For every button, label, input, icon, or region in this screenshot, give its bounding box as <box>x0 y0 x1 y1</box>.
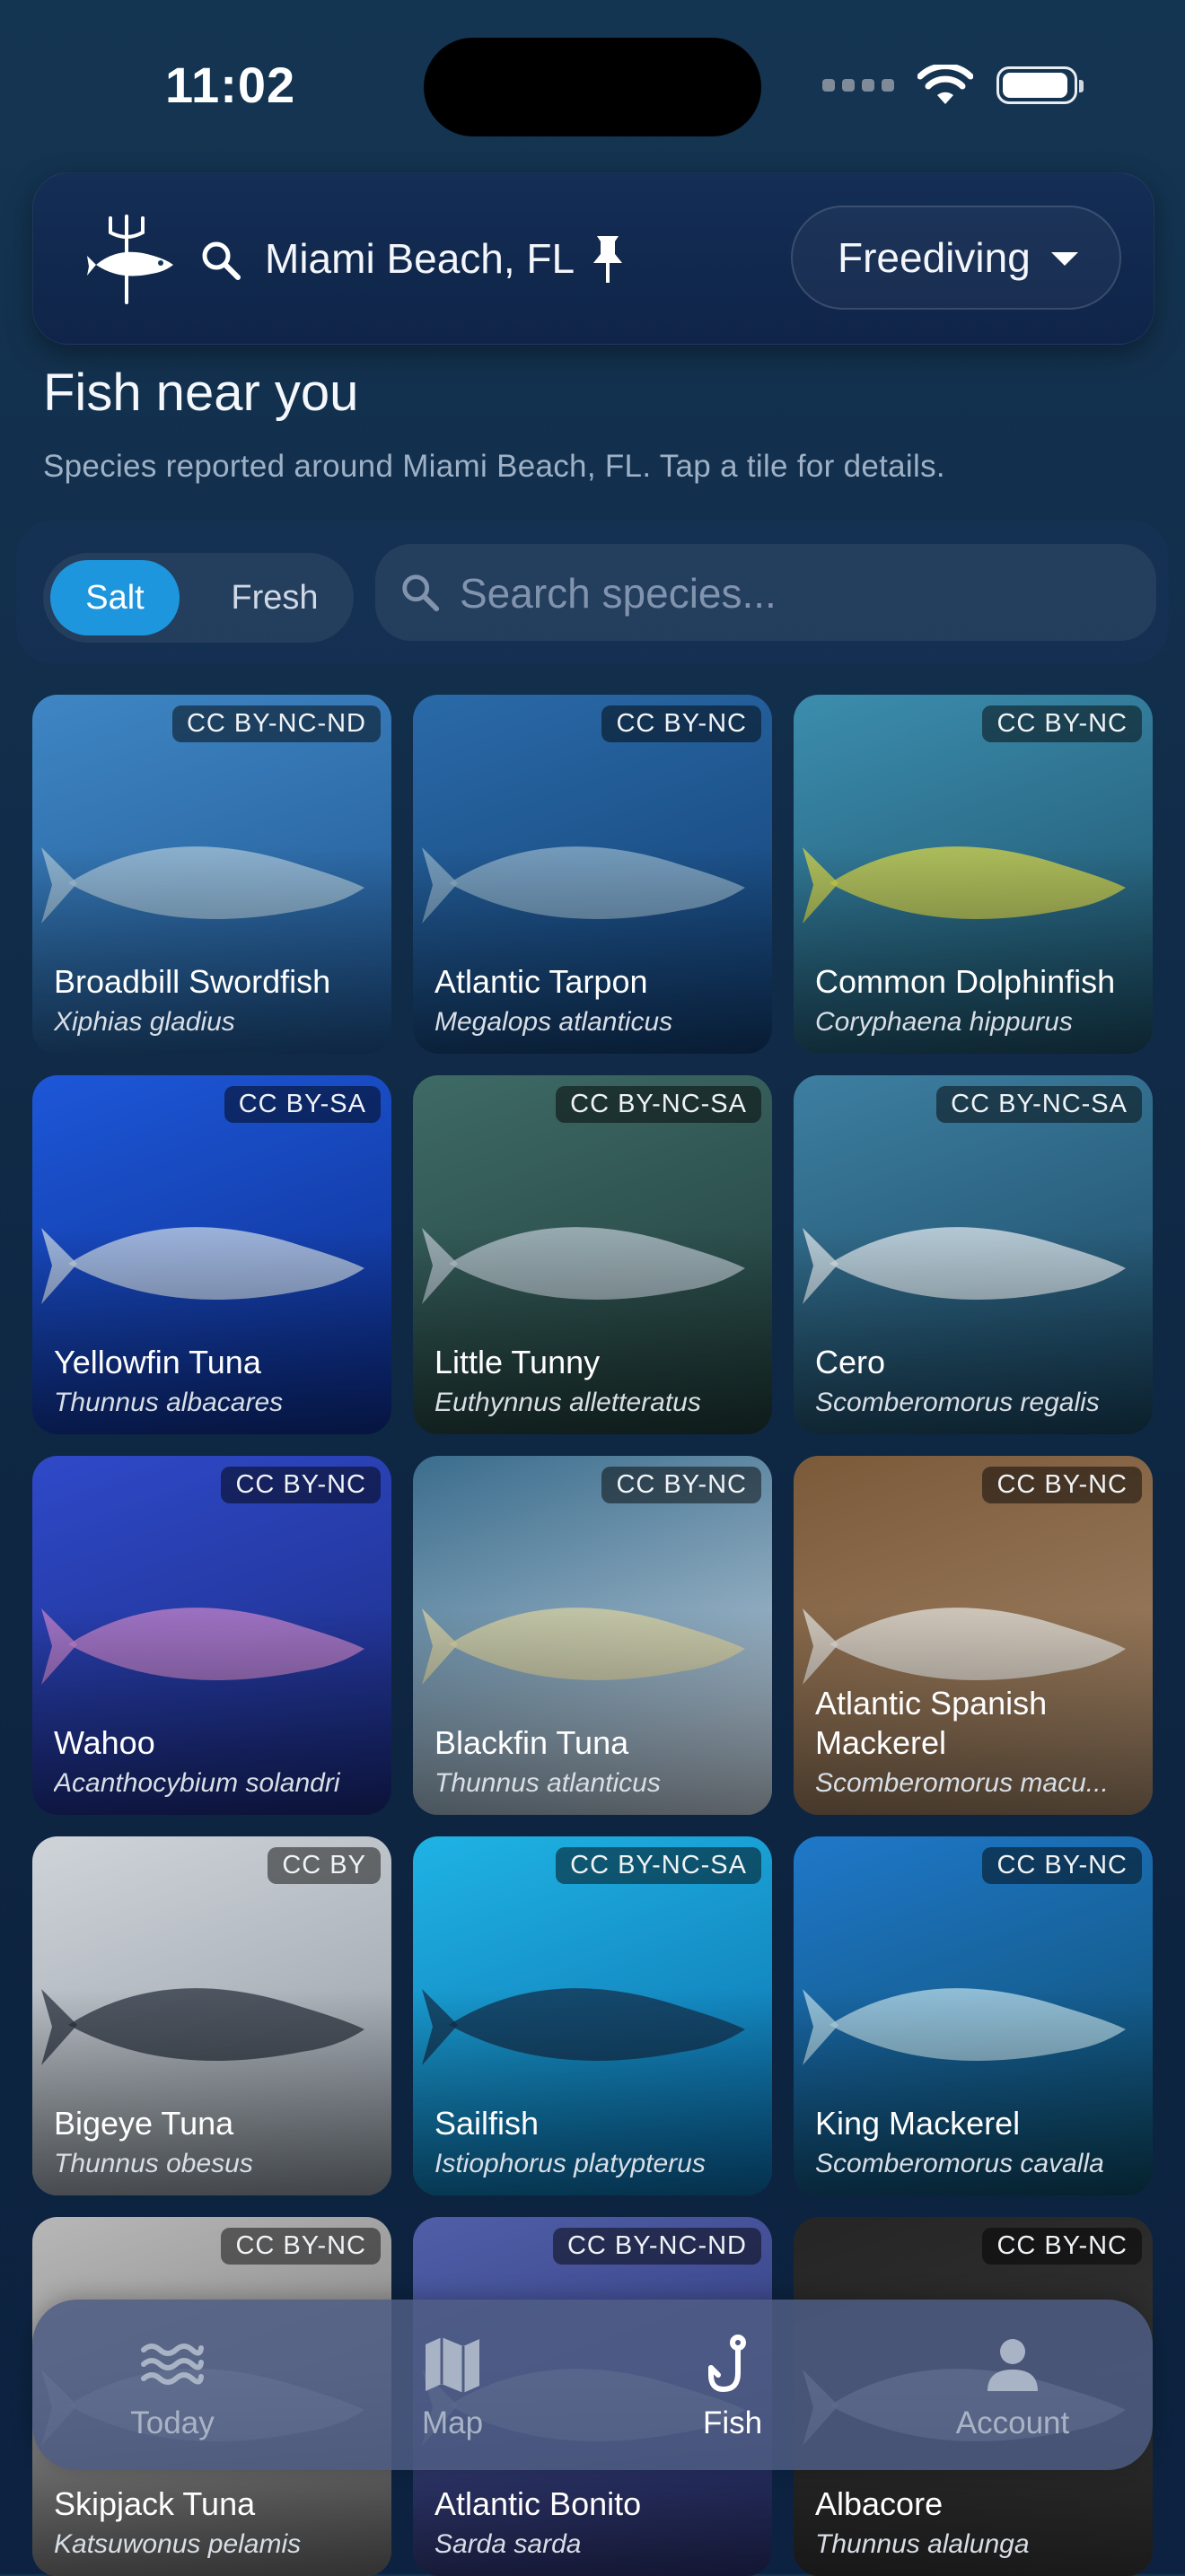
species-scientific-name: Sarda sarda <box>434 2529 582 2559</box>
fishhook-icon <box>708 2335 746 2393</box>
salt-toggle-button[interactable]: Salt <box>50 560 180 635</box>
species-tile[interactable]: CC BY-NC-ND Broadbill Swordfish Xiphias gl… <box>32 695 391 1054</box>
species-search-input[interactable] <box>458 544 1126 643</box>
species-tile[interactable]: CC BY Bigeye Tuna Thunnus obesus <box>32 1836 391 2195</box>
species-tile[interactable]: CC BY-NC Common Dolphinfish Coryphaena hip… <box>794 695 1153 1054</box>
species-scientific-name: Istiophorus platypterus <box>434 2149 706 2178</box>
tab-account[interactable]: Account <box>873 2300 1153 2470</box>
species-tile[interactable]: CC BY-SA Yellowfin Tuna Thunnus albacares <box>32 1075 391 1434</box>
waves-icon <box>141 2344 204 2385</box>
species-tile[interactable]: CC BY-NC-SA Sailfish Istiophorus platypter… <box>413 1836 772 2195</box>
fresh-toggle-button[interactable]: Fresh <box>210 560 339 635</box>
species-name: Skipjack Tuna <box>54 2485 256 2522</box>
species-scientific-name: Scomberomorus cavalla <box>815 2149 1104 2178</box>
species-tile[interactable]: CC BY-NC-SA Cero Scomberomorus regalis <box>794 1075 1153 1434</box>
species-scientific-name: Megalops atlanticus <box>434 1007 673 1037</box>
species-name: Atlantic Spanish Mackerel <box>815 1685 1048 1761</box>
species-tile[interactable]: CC BY-NC-SA Little Tunny Euthynnus allette… <box>413 1075 772 1434</box>
license-badge: CC BY <box>268 1847 381 1884</box>
species-tile[interactable]: CC BY-NC Wahoo Acanthocybium solandri <box>32 1456 391 1815</box>
species-scientific-name: Thunnus alalunga <box>815 2529 1030 2559</box>
map-icon <box>426 2337 479 2393</box>
license-badge: CC BY-NC <box>982 705 1142 742</box>
chevron-down-icon <box>1051 252 1078 266</box>
species-scientific-name: Euthynnus alletteratus <box>434 1388 701 1417</box>
species-name: Atlantic Tarpon <box>434 963 648 1000</box>
tab-bar: Today Map Fish Account <box>32 2300 1153 2470</box>
tab-map[interactable]: Map <box>312 2300 592 2470</box>
activity-mode-value: Freediving <box>838 234 1031 281</box>
license-badge: CC BY-NC-SA <box>936 1086 1142 1123</box>
water-type-toggle: Salt Fresh <box>43 553 354 643</box>
species-name: Broadbill Swordfish <box>54 963 331 1000</box>
species-name: Cero <box>815 1344 886 1380</box>
license-badge: CC BY-NC-SA <box>556 1847 761 1884</box>
species-tile[interactable]: CC BY-NC Blackfin Tuna Thunnus atlanticus <box>413 1456 772 1815</box>
wifi-icon <box>917 65 973 104</box>
license-badge: CC BY-NC <box>221 2228 381 2265</box>
species-name: Atlantic Bonito <box>434 2485 642 2522</box>
license-badge: CC BY-NC <box>982 1847 1142 1884</box>
species-name: Wahoo <box>54 1724 155 1761</box>
tab-label: Today <box>130 2405 215 2440</box>
species-name: King Mackerel <box>815 2105 1021 2142</box>
license-badge: CC BY-NC-ND <box>171 705 381 742</box>
species-name: Little Tunny <box>434 1344 601 1380</box>
species-scientific-name: Thunnus atlanticus <box>434 1768 661 1798</box>
tab-fish[interactable]: Fish <box>592 2300 873 2470</box>
filter-bar: Salt Fresh <box>16 521 1169 664</box>
license-badge: CC BY-NC <box>221 1467 381 1503</box>
license-badge: CC BY-NC <box>982 1467 1142 1503</box>
tab-label: Map <box>421 2405 484 2440</box>
trident-fish-logo <box>87 215 173 304</box>
location-label[interactable]: Miami Beach, FL <box>265 234 575 283</box>
tab-label: Fish <box>702 2405 763 2440</box>
page-subtitle: Species reported around Miami Beach, FL.… <box>43 449 945 484</box>
signal-icon <box>822 79 894 92</box>
species-scientific-name: Katsuwonus pelamis <box>54 2529 302 2559</box>
species-scientific-name: Acanthocybium solandri <box>54 1768 340 1798</box>
species-scientific-name: Thunnus albacares <box>54 1388 284 1417</box>
license-badge: CC BY-NC-ND <box>552 2228 761 2265</box>
page-title: Fish near you <box>43 364 359 422</box>
species-search-box <box>375 544 1156 643</box>
species-scientific-name: Scomberomorus regalis <box>815 1388 1100 1417</box>
species-tile[interactable]: CC BY-NC Atlantic Spanish Mackerel Scomber… <box>794 1456 1153 1815</box>
location-header: Miami Beach, FL Freediving <box>32 172 1154 345</box>
species-scientific-name: Xiphias gladius <box>54 1007 235 1037</box>
species-name: Blackfin Tuna <box>434 1724 629 1761</box>
activity-mode-select[interactable]: Freediving <box>791 206 1121 310</box>
species-scientific-name: Scomberomorus macu... <box>815 1768 1109 1798</box>
species-name: Sailfish <box>434 2105 540 2142</box>
species-scientific-name: Thunnus obesus <box>54 2149 253 2178</box>
pin-icon[interactable] <box>588 232 628 286</box>
license-badge: CC BY-NC <box>601 705 761 742</box>
tab-label: Account <box>955 2405 1070 2440</box>
status-time: 11:02 <box>165 57 296 113</box>
license-badge: CC BY-SA <box>224 1086 381 1123</box>
dynamic-island <box>424 38 761 136</box>
species-name: Albacore <box>815 2485 944 2522</box>
tab-today[interactable]: Today <box>32 2300 312 2470</box>
license-badge: CC BY-NC <box>982 2228 1142 2265</box>
species-name: Yellowfin Tuna <box>54 1344 261 1380</box>
status-icons <box>822 65 1084 106</box>
search-icon <box>402 574 440 612</box>
species-tile[interactable]: CC BY-NC King Mackerel Scomberomorus caval… <box>794 1836 1153 2195</box>
species-scientific-name: Coryphaena hippurus <box>815 1007 1073 1037</box>
license-badge: CC BY-NC-SA <box>556 1086 761 1123</box>
species-tile[interactable]: CC BY-NC Atlantic Tarpon Megalops atlantic… <box>413 695 772 1054</box>
person-icon <box>988 2339 1038 2391</box>
species-name: Bigeye Tuna <box>54 2105 234 2142</box>
search-icon[interactable] <box>198 238 243 283</box>
species-name: Common Dolphinfish <box>815 963 1116 1000</box>
battery-icon <box>996 66 1084 104</box>
license-badge: CC BY-NC <box>601 1467 761 1503</box>
